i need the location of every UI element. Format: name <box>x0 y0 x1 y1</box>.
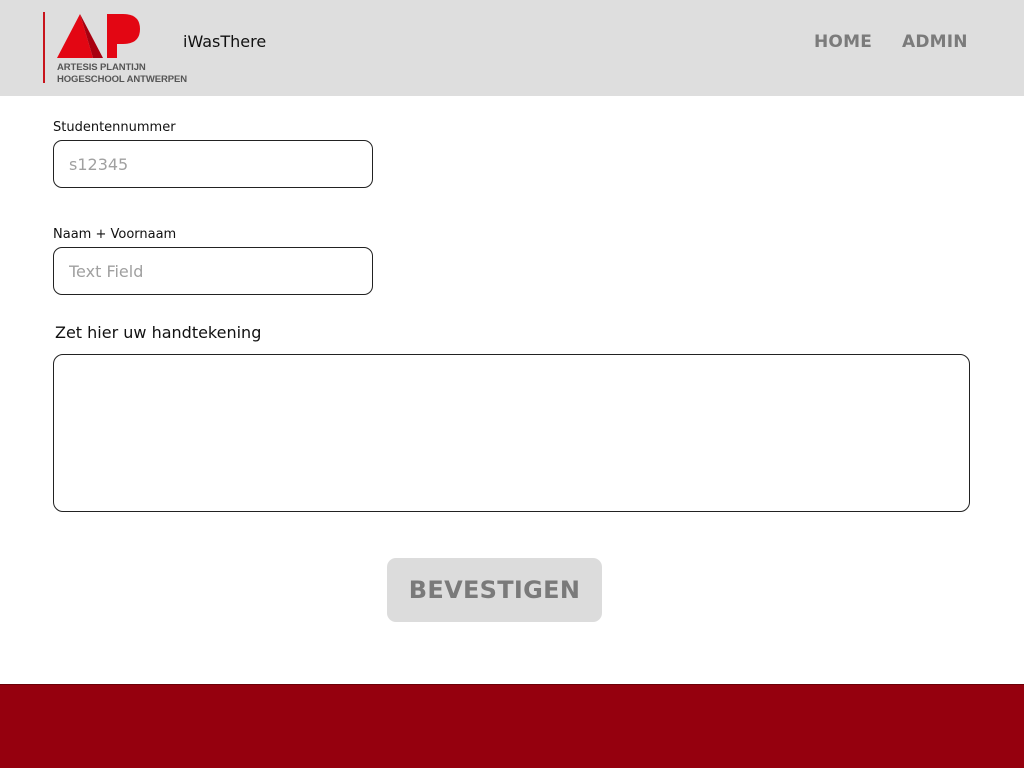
student-number-input[interactable] <box>53 140 373 188</box>
signature-pad[interactable] <box>53 354 970 512</box>
name-input[interactable] <box>53 247 373 295</box>
logo-divider <box>43 12 45 83</box>
logo-line-2: HOGESCHOOL ANTWERPEN <box>57 74 187 85</box>
app-header: ARTESIS PLANTIJN HOGESCHOOL ANTWERPEN iW… <box>0 0 1024 96</box>
nav-admin-link[interactable]: ADMIN <box>902 32 968 52</box>
student-number-label: Studentennummer <box>53 120 176 135</box>
confirm-button[interactable]: BEVESTIGEN <box>387 558 602 622</box>
logo-line-1: ARTESIS PLANTIJN <box>57 62 146 73</box>
logo-wordmark: ARTESIS PLANTIJN HOGESCHOOL ANTWERPEN <box>57 62 187 86</box>
name-label: Naam + Voornaam <box>53 227 177 242</box>
ap-logo[interactable]: ARTESIS PLANTIJN HOGESCHOOL ANTWERPEN <box>43 12 188 86</box>
page-footer <box>0 684 1024 768</box>
signature-label: Zet hier uw handtekening <box>55 323 262 342</box>
ap-logo-mark-icon <box>57 14 140 58</box>
app-title: iWasThere <box>183 32 267 51</box>
nav-home-link[interactable]: HOME <box>814 32 872 52</box>
